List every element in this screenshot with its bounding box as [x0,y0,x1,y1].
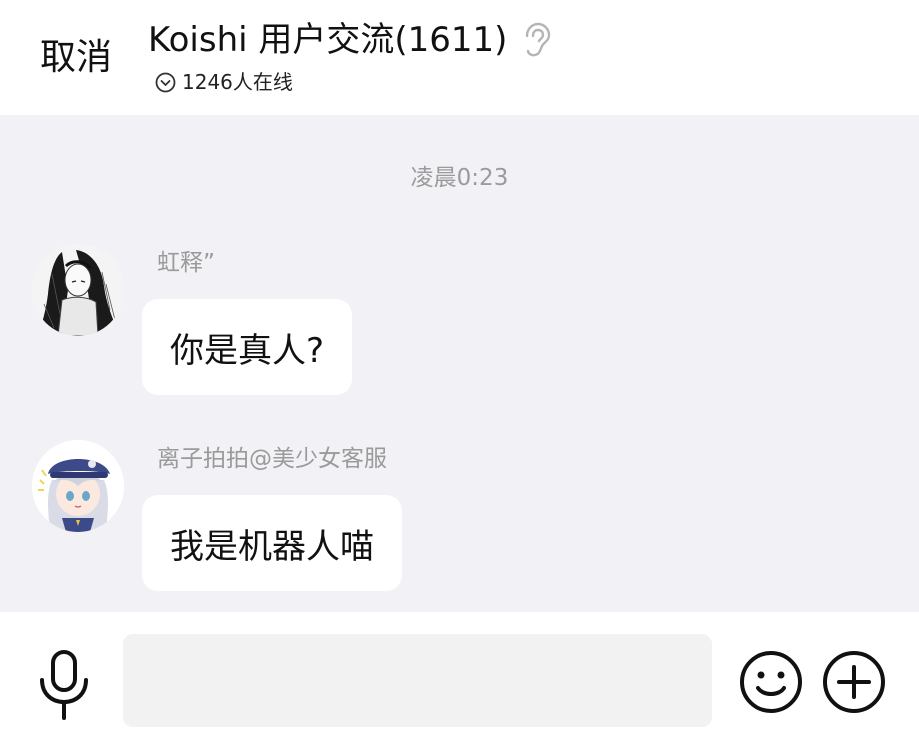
microphone-icon[interactable] [36,648,92,724]
title-row[interactable]: Koishi 用户交流(1611) [148,18,551,62]
group-title: Koishi 用户交流(1611) [148,20,508,60]
plus-icon[interactable] [822,650,886,714]
message-list[interactable]: 凌晨0:23 虹释” 你是真人? 离子拍拍@美少女客服 我是机器人喵 [0,115,919,612]
online-status[interactable]: 1246人在线 [155,68,293,96]
sender-name: 离子拍拍@美少女客服 [157,446,387,472]
chevron-down-circle-icon [155,72,176,93]
avatar[interactable] [32,440,124,532]
cancel-button[interactable]: 取消 [40,36,112,80]
message-bubble[interactable]: 你是真人? [142,299,353,395]
ear-icon[interactable] [521,22,551,58]
sender-name: 虹释” [157,250,215,276]
message-input[interactable] [123,634,712,727]
avatar[interactable] [32,244,124,336]
emoji-icon[interactable] [739,650,803,714]
message-bubble[interactable]: 我是机器人喵 [142,495,402,591]
time-divider: 凌晨0:23 [410,165,509,191]
chat-header: 取消 Koishi 用户交流(1611) 1246人在线 [0,0,919,115]
composer-bar [0,612,919,750]
online-count: 1246人在线 [182,70,293,94]
